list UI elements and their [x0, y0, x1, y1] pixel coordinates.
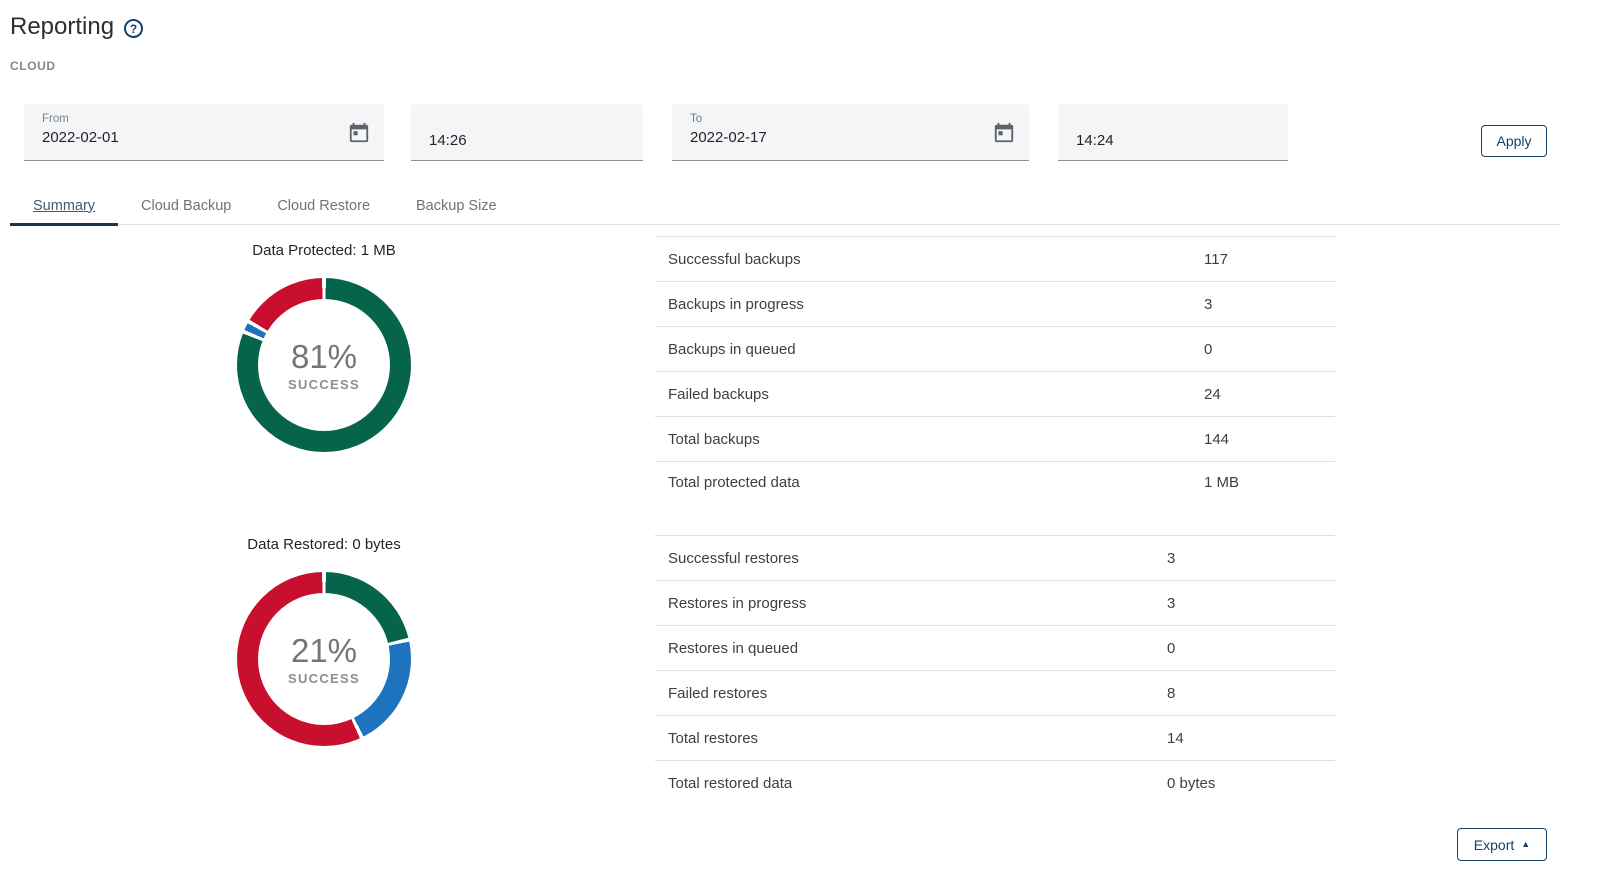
apply-button[interactable]: Apply	[1481, 125, 1547, 157]
page-title: Reporting	[10, 13, 114, 41]
stat-value: 1 MB	[1204, 474, 1239, 491]
from-date-value: 2022-02-01	[42, 129, 372, 146]
stat-row-total-restored-data: Total restored data 0 bytes	[655, 761, 1335, 806]
tab-bar: SummaryCloud BackupCloud RestoreBackup S…	[10, 186, 1560, 225]
page-header: Reporting ?	[10, 13, 143, 41]
help-icon[interactable]: ?	[124, 19, 143, 38]
section-label-cloud: CLOUD	[10, 59, 56, 73]
data-protected-title: Data Protected: 1 MB	[252, 242, 395, 259]
backups-stats-table: Successful backups 117 Backups in progress…	[655, 236, 1335, 536]
stat-value: 0	[1167, 640, 1175, 657]
data-restored-title: Data Restored: 0 bytes	[247, 536, 400, 553]
calendar-icon[interactable]	[993, 122, 1015, 144]
to-date-value: 2022-02-17	[690, 129, 1017, 146]
from-time-value: 14:26	[429, 132, 631, 149]
stat-value: 3	[1204, 296, 1212, 313]
from-time-field[interactable]: 14:26	[411, 104, 643, 161]
stat-value: 14	[1167, 730, 1184, 747]
apply-button-label: Apply	[1496, 133, 1531, 149]
stat-label: Successful backups	[668, 251, 801, 268]
stat-row-total-protected-data: Total protected data 1 MB	[655, 462, 1335, 536]
stat-value: 8	[1167, 685, 1175, 702]
stat-row-backups-in-queued: Backups in queued 0	[655, 327, 1335, 372]
data-restored-donut: 21% SUCCESS	[237, 572, 411, 746]
to-date-label: To	[690, 112, 1017, 126]
stat-label: Failed restores	[668, 685, 767, 702]
stat-label: Total restores	[668, 730, 758, 747]
to-time-value: 14:24	[1076, 132, 1276, 149]
reporting-page: Reporting ? CLOUD From 2022-02-01 14:26 …	[0, 0, 1600, 872]
stat-row-restores-in-progress: Restores in progress 3	[655, 581, 1335, 626]
stat-label: Successful restores	[668, 550, 799, 567]
data-protected-chart: Data Protected: 1 MB 81% SUCCESS	[24, 242, 624, 452]
export-button[interactable]: Export ▲	[1457, 828, 1547, 861]
success-label: SUCCESS	[288, 377, 360, 392]
stat-label: Restores in queued	[668, 640, 798, 657]
stat-row-failed-restores: Failed restores 8	[655, 671, 1335, 716]
export-button-label: Export	[1474, 837, 1514, 853]
stat-row-failed-backups: Failed backups 24	[655, 372, 1335, 417]
stat-label: Restores in progress	[668, 595, 806, 612]
stat-row-successful-restores: Successful restores 3	[655, 536, 1335, 581]
tab-summary[interactable]: Summary	[10, 186, 118, 225]
tab-backup-size[interactable]: Backup Size	[393, 186, 520, 225]
from-date-field[interactable]: From 2022-02-01	[24, 104, 384, 161]
stat-row-total-restores: Total restores 14	[655, 716, 1335, 761]
data-restored-chart: Data Restored: 0 bytes 21% SUCCESS	[24, 536, 624, 746]
donut-center: 81% SUCCESS	[258, 299, 390, 431]
calendar-icon[interactable]	[348, 122, 370, 144]
charts-column: Data Protected: 1 MB 81% SUCCESS Data Re…	[24, 236, 624, 796]
stat-value: 0 bytes	[1167, 775, 1215, 792]
success-percent: 81%	[291, 339, 357, 375]
tab-cloud-backup[interactable]: Cloud Backup	[118, 186, 254, 225]
stat-label: Total restored data	[668, 775, 792, 792]
stat-label: Total backups	[668, 431, 760, 448]
stat-row-backups-in-progress: Backups in progress 3	[655, 282, 1335, 327]
stat-value: 24	[1204, 386, 1221, 403]
stat-value: 3	[1167, 550, 1175, 567]
tab-cloud-restore[interactable]: Cloud Restore	[254, 186, 393, 225]
stat-label: Backups in progress	[668, 296, 804, 313]
success-percent: 21%	[291, 633, 357, 669]
stat-value: 144	[1204, 431, 1229, 448]
data-protected-donut: 81% SUCCESS	[237, 278, 411, 452]
stat-label: Backups in queued	[668, 341, 796, 358]
stat-label: Total protected data	[668, 474, 800, 491]
stat-row-total-backups: Total backups 144	[655, 417, 1335, 462]
stat-row-successful-backups: Successful backups 117	[655, 237, 1335, 282]
stat-label: Failed backups	[668, 386, 769, 403]
to-time-field[interactable]: 14:24	[1058, 104, 1288, 161]
donut-center: 21% SUCCESS	[258, 593, 390, 725]
to-date-field[interactable]: To 2022-02-17	[672, 104, 1029, 161]
restores-stats-table: Successful restores3Restores in progress…	[655, 536, 1335, 806]
from-date-label: From	[42, 112, 372, 126]
caret-up-icon: ▲	[1521, 840, 1530, 849]
success-label: SUCCESS	[288, 671, 360, 686]
stat-value: 117	[1204, 251, 1228, 268]
stat-row-restores-in-queued: Restores in queued 0	[655, 626, 1335, 671]
stat-value: 3	[1167, 595, 1175, 612]
stat-value: 0	[1204, 341, 1212, 358]
summary-stats: Successful backups 117 Backups in progress…	[655, 236, 1335, 806]
